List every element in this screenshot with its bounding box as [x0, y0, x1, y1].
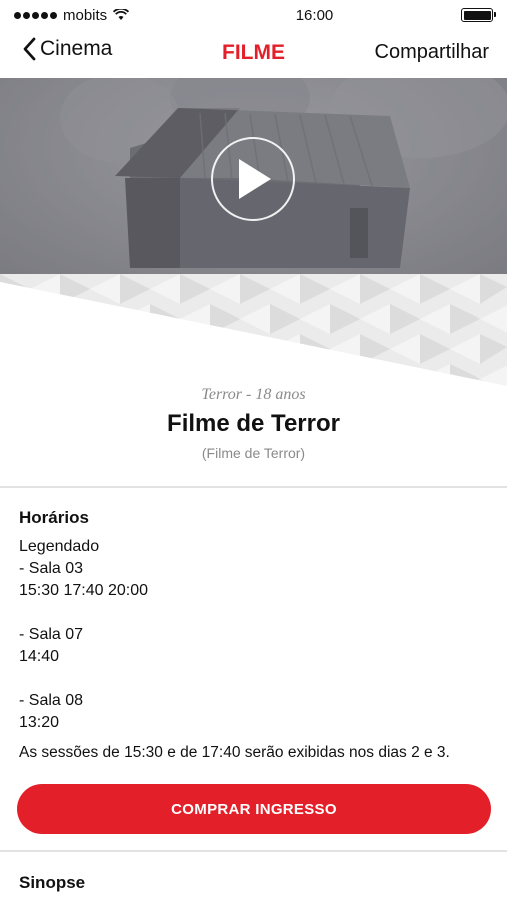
wifi-icon	[113, 9, 130, 20]
schedule-room: - Sala 03	[19, 560, 84, 577]
carrier-name: mobits	[63, 6, 108, 24]
schedule-times: 15:30 17:40 20:00	[19, 582, 149, 599]
battery-icon	[461, 8, 496, 22]
play-icon	[239, 159, 271, 199]
share-button[interactable]: Compartilhar	[375, 41, 489, 64]
divider	[0, 486, 507, 488]
movie-original-title: (Filme de Terror)	[201, 445, 306, 461]
status-bar: mobits 16:00	[0, 0, 507, 30]
synopsis-title: Sinopse	[19, 873, 86, 892]
movie-genre-rating: Terror - 18 anos	[201, 386, 306, 403]
status-left: mobits	[14, 7, 184, 24]
navigation-bar: Cinema FILME Compartilhar	[0, 30, 507, 76]
schedule-list: Legendado - Sala 03 15:30 17:40 20:00 - …	[19, 536, 489, 734]
schedule-times: 13:20	[19, 714, 60, 731]
schedule-section: Horários Legendado - Sala 03 15:30 17:40…	[19, 508, 489, 764]
decorative-pattern	[0, 274, 507, 389]
back-button[interactable]: Cinema	[22, 37, 112, 61]
signal-icon	[14, 11, 57, 19]
schedule-room: - Sala 07	[19, 626, 84, 643]
schedule-note: As sessões de 15:30 e de 17:40 serão exi…	[19, 744, 450, 761]
trailer-thumbnail[interactable]	[0, 78, 507, 274]
movie-header: Terror - 18 anos Filme de Terror (Filme …	[0, 386, 507, 461]
schedule-times: 14:40	[19, 648, 60, 665]
schedule-format: Legendado	[19, 538, 100, 555]
status-time: 16:00	[295, 6, 334, 24]
schedule-room: - Sala 08	[19, 692, 84, 709]
movie-title: Filme de Terror	[167, 410, 340, 437]
divider	[0, 850, 507, 852]
buy-ticket-button[interactable]: COMPRAR INGRESSO	[17, 784, 491, 834]
back-label: Cinema	[40, 37, 113, 60]
page-title: FILME	[222, 41, 285, 64]
play-button[interactable]	[211, 137, 295, 221]
synopsis-section: Sinopse	[19, 873, 489, 893]
schedule-title: Horários	[19, 508, 89, 527]
chevron-left-icon	[23, 37, 36, 61]
